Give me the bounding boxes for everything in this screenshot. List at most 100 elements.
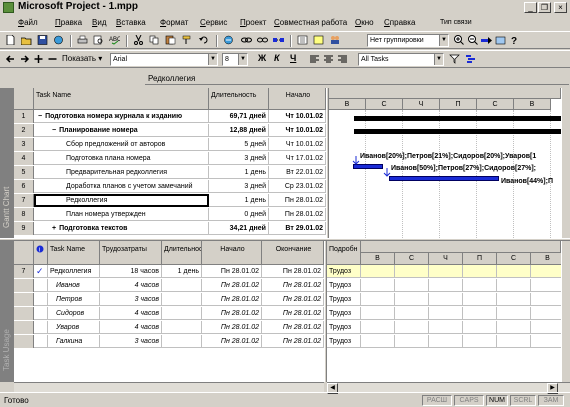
row-number[interactable]: 1 bbox=[14, 110, 34, 123]
start-cell[interactable]: Пн 28.01.02 bbox=[202, 293, 262, 306]
timephased-cell[interactable] bbox=[497, 265, 531, 278]
assignment-row[interactable]: Уваров 4 часов Пн 28.01.02 Пн 28.01.02 bbox=[14, 321, 324, 334]
align-center-icon[interactable] bbox=[322, 53, 336, 66]
task-notes-icon[interactable] bbox=[312, 34, 326, 47]
duration-cell[interactable]: 1 день bbox=[209, 194, 269, 207]
column-header-work[interactable]: Трудозатраты bbox=[100, 241, 162, 265]
maximize-button[interactable]: ❐ bbox=[538, 2, 551, 13]
table-row[interactable]: 7 ✓ Редколлегия 18 часов 1 день Пн 28.01.02 Пн… bbox=[14, 265, 324, 278]
menu-edit[interactable]: Правка bbox=[55, 18, 82, 27]
indicators-column-header[interactable]: i bbox=[34, 241, 48, 265]
duration-cell[interactable] bbox=[162, 307, 202, 320]
link-tasks-icon[interactable] bbox=[240, 34, 254, 47]
timephased-cell[interactable] bbox=[361, 335, 395, 348]
unlink-tasks-icon[interactable] bbox=[256, 34, 270, 47]
assign-resources-icon[interactable] bbox=[328, 34, 342, 47]
usage-view-bar[interactable]: Task Usage bbox=[0, 241, 14, 382]
task-info-icon[interactable] bbox=[296, 34, 310, 47]
underline-button[interactable]: Ч bbox=[290, 53, 296, 63]
timephased-cell[interactable] bbox=[395, 265, 429, 278]
table-row[interactable]: 8 План номера утвержден 0 дней Пн 28.01.02 bbox=[14, 208, 326, 221]
timephased-cell[interactable] bbox=[429, 307, 463, 320]
row-number[interactable] bbox=[14, 335, 34, 348]
start-cell[interactable]: Пн 28.01.02 bbox=[202, 279, 262, 292]
start-cell[interactable]: Чт 10.01.02 bbox=[269, 138, 326, 151]
outline-toggle-icon[interactable]: + bbox=[52, 225, 56, 232]
start-cell[interactable]: Пн 28.01.02 bbox=[269, 208, 326, 221]
copy-picture-icon[interactable] bbox=[494, 34, 508, 47]
chevron-down-icon[interactable]: ▼ bbox=[238, 54, 247, 65]
zoom-out-icon[interactable] bbox=[466, 34, 480, 47]
open-icon[interactable] bbox=[20, 34, 34, 47]
work-cell[interactable]: 18 часов bbox=[100, 265, 162, 278]
row-number[interactable]: 4 bbox=[14, 152, 34, 165]
timephased-cell[interactable] bbox=[531, 293, 561, 306]
start-cell[interactable]: Чт 10.01.02 bbox=[269, 124, 326, 137]
timephased-cell[interactable] bbox=[361, 265, 395, 278]
finish-cell[interactable]: Пн 28.01.02 bbox=[262, 293, 324, 306]
table-horizontal-scrollbar[interactable] bbox=[14, 382, 324, 392]
chevron-down-icon[interactable]: ▼ bbox=[439, 35, 448, 46]
font-select[interactable]: Arial ▼ bbox=[110, 53, 218, 66]
resource-name-cell[interactable]: Уваров bbox=[48, 321, 100, 334]
assignment-row[interactable]: Галкина 3 часов Пн 28.01.02 Пн 28.01.02 bbox=[14, 335, 324, 348]
menu-help[interactable]: Справка bbox=[384, 18, 415, 27]
timephased-cell[interactable] bbox=[531, 335, 561, 348]
new-icon[interactable] bbox=[4, 34, 18, 47]
duration-cell[interactable] bbox=[162, 321, 202, 334]
row-number[interactable]: 6 bbox=[14, 180, 34, 193]
task-name-cell[interactable]: Редколлегия bbox=[34, 194, 209, 207]
duration-cell[interactable]: 69,71 дней bbox=[209, 110, 269, 123]
align-left-icon[interactable] bbox=[308, 53, 322, 66]
timephased-cell[interactable] bbox=[395, 335, 429, 348]
start-cell[interactable]: Пн 28.01.02 bbox=[202, 265, 262, 278]
timephased-cell[interactable] bbox=[429, 265, 463, 278]
hyperlink-icon[interactable] bbox=[222, 34, 236, 47]
timephased-cell[interactable] bbox=[531, 265, 561, 278]
task-name-cell[interactable]: Подготовка плана номера bbox=[34, 152, 209, 165]
menu-file[interactable]: Файл bbox=[18, 18, 38, 27]
row-number[interactable]: 3 bbox=[14, 138, 34, 151]
show-menu-button[interactable]: Показать ▾ bbox=[62, 54, 102, 63]
task-name-cell[interactable]: + Подготовка текстов bbox=[34, 222, 209, 235]
autofilter-icon[interactable] bbox=[448, 53, 462, 66]
timephased-cell[interactable] bbox=[531, 321, 561, 334]
chart-horizontal-scrollbar[interactable]: ◀ ▶ bbox=[327, 382, 570, 394]
start-cell[interactable]: Пн 28.01.02 bbox=[202, 307, 262, 320]
finish-cell[interactable]: Пн 28.01.02 bbox=[262, 321, 324, 334]
timephased-cell[interactable] bbox=[531, 279, 561, 292]
timephased-cell[interactable] bbox=[497, 293, 531, 306]
table-row[interactable]: 3 Сбор предложений от авторов 5 дней Чт 10.… bbox=[14, 138, 326, 151]
finish-cell[interactable]: Пн 28.01.02 bbox=[262, 279, 324, 292]
split-task-icon[interactable] bbox=[272, 34, 286, 47]
duration-cell[interactable] bbox=[162, 279, 202, 292]
menu-project[interactable]: Проект bbox=[240, 18, 266, 27]
save-icon[interactable] bbox=[36, 34, 50, 47]
duration-cell[interactable]: 34,21 дней bbox=[209, 222, 269, 235]
timephased-cell[interactable] bbox=[361, 307, 395, 320]
timephased-cell[interactable] bbox=[361, 321, 395, 334]
table-row[interactable]: 2− Планирование номера 12,88 дней Чт 10.01.… bbox=[14, 124, 326, 137]
cut-icon[interactable] bbox=[132, 34, 146, 47]
column-header-finish[interactable]: Окончание bbox=[262, 241, 324, 265]
align-right-icon[interactable] bbox=[336, 53, 350, 66]
timephased-cell[interactable] bbox=[429, 335, 463, 348]
print-preview-icon[interactable] bbox=[92, 34, 106, 47]
entry-field[interactable]: Редколлегия bbox=[145, 72, 569, 85]
timephased-cell[interactable] bbox=[429, 279, 463, 292]
filter-select[interactable]: All Tasks ▼ bbox=[358, 53, 444, 66]
column-header-duration[interactable]: Длительность bbox=[209, 88, 269, 110]
duration-cell[interactable]: 12,88 дней bbox=[209, 124, 269, 137]
gantt-view-bar[interactable]: Gantt Chart bbox=[0, 88, 14, 238]
resource-name-cell[interactable]: Петров bbox=[48, 293, 100, 306]
duration-cell[interactable]: 3 дней bbox=[209, 152, 269, 165]
format-painter-icon[interactable] bbox=[180, 34, 194, 47]
column-header-duration[interactable]: Длительность bbox=[162, 241, 202, 265]
finish-cell[interactable]: Пн 28.01.02 bbox=[262, 265, 324, 278]
start-cell[interactable]: Пн 28.01.02 bbox=[202, 321, 262, 334]
column-header-start[interactable]: Начало bbox=[202, 241, 262, 265]
column-header-start[interactable]: Начало bbox=[269, 88, 326, 110]
timephased-cell[interactable] bbox=[429, 321, 463, 334]
start-cell[interactable]: Вт 29.01.02 bbox=[269, 222, 326, 235]
timephased-cell[interactable] bbox=[361, 293, 395, 306]
